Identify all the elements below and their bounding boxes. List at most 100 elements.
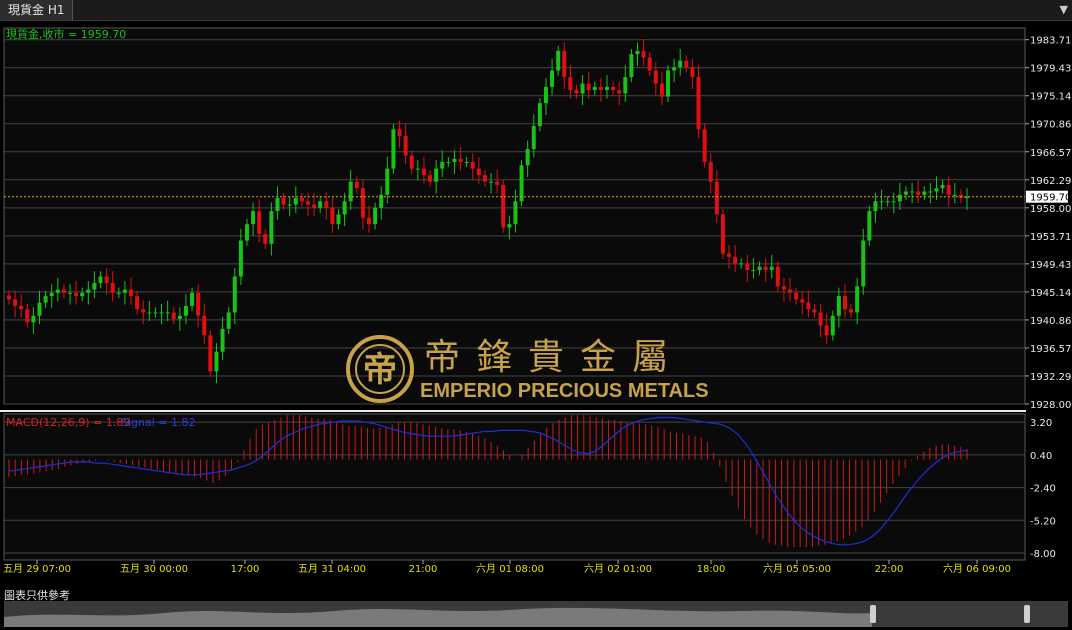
candle-up bbox=[635, 50, 640, 55]
candle-up bbox=[452, 158, 457, 163]
scroll-navigator[interactable] bbox=[4, 601, 1068, 627]
candle-up bbox=[678, 60, 683, 68]
price-chart[interactable]: 1983.71 1979.43 1975.14 1970.86 1966.57 1962.… bbox=[0, 20, 1072, 587]
candle-up bbox=[80, 292, 85, 297]
candle-up bbox=[903, 191, 908, 195]
candle-down bbox=[641, 50, 646, 58]
candle-down bbox=[562, 50, 567, 78]
candle-up bbox=[434, 168, 439, 182]
candle-up bbox=[525, 148, 530, 166]
candle-down bbox=[714, 181, 719, 215]
price-axis-label: 1936.57 bbox=[1030, 344, 1071, 355]
time-axis-label: 六月 02 01:00 bbox=[584, 563, 652, 575]
price-axis-label: 1928.00 bbox=[1030, 400, 1071, 411]
chart-tab[interactable]: 現貨金 H1 bbox=[0, 0, 74, 20]
candle-up bbox=[623, 77, 628, 94]
candle-down bbox=[202, 315, 207, 336]
candle-up bbox=[68, 292, 73, 294]
candle-down bbox=[501, 184, 506, 228]
candle-down bbox=[849, 309, 854, 313]
macd-axis-label: -2.40 bbox=[1030, 484, 1056, 495]
candle-up bbox=[464, 162, 469, 164]
candle-up bbox=[543, 86, 548, 104]
candle-down bbox=[208, 335, 213, 372]
candle-up bbox=[672, 67, 677, 71]
candle-up bbox=[348, 181, 353, 202]
candle-down bbox=[775, 266, 780, 287]
candle-down bbox=[354, 181, 359, 189]
dropdown-arrow-icon[interactable]: ▼ bbox=[1060, 3, 1068, 16]
candle-up bbox=[446, 162, 451, 164]
candle-up bbox=[855, 286, 860, 313]
candle-up bbox=[537, 103, 542, 127]
candle-up bbox=[153, 312, 158, 314]
candle-up bbox=[49, 292, 54, 297]
window-titlebar: 現貨金 H1 ▼ bbox=[0, 0, 1072, 21]
candle-up bbox=[507, 224, 512, 228]
candle-up bbox=[922, 191, 927, 195]
candle-up bbox=[244, 224, 249, 241]
candle-down bbox=[25, 309, 30, 323]
candle-up bbox=[885, 201, 890, 203]
price-axis-label: 1970.86 bbox=[1030, 120, 1071, 131]
time-axis-label: 六月 05 05:00 bbox=[763, 563, 831, 575]
candle-up bbox=[342, 201, 347, 215]
signal-legend: Signal = 1.82 bbox=[121, 416, 196, 429]
candle-up bbox=[98, 276, 103, 284]
candle-down bbox=[794, 292, 799, 300]
price-axis-label: 1958.00 bbox=[1030, 204, 1071, 215]
price-axis-label: 1966.57 bbox=[1030, 148, 1071, 159]
candle-down bbox=[568, 77, 573, 91]
candle-down bbox=[330, 207, 335, 225]
candle-up bbox=[293, 198, 298, 205]
candle-up bbox=[122, 289, 127, 293]
price-axis-label: 1945.14 bbox=[1030, 288, 1071, 299]
logo-chinese: 帝鋒貴金屬 bbox=[424, 337, 684, 378]
candle-up bbox=[867, 211, 872, 241]
price-axis-label: 1962.29 bbox=[1030, 176, 1071, 187]
candle-down bbox=[824, 325, 829, 336]
candle-up bbox=[604, 86, 609, 91]
candle-down bbox=[733, 256, 738, 264]
candle-up bbox=[190, 292, 195, 306]
candle-up bbox=[836, 296, 841, 316]
candle-down bbox=[74, 292, 79, 297]
candle-down bbox=[684, 60, 689, 68]
candle-down bbox=[727, 253, 732, 257]
candle-up bbox=[550, 70, 555, 87]
candle-up bbox=[891, 201, 896, 203]
candle-up bbox=[238, 240, 243, 277]
candle-down bbox=[806, 302, 811, 310]
candle-down bbox=[409, 155, 414, 169]
navigator-left-handle bbox=[870, 605, 876, 623]
candle-down bbox=[812, 309, 817, 313]
candle-down bbox=[428, 175, 433, 182]
price-axis-label: 1983.71 bbox=[1030, 36, 1071, 47]
emperio-logo: 帝 帝鋒貴金屬 EMPERIO PRECIOUS METALS bbox=[346, 335, 709, 403]
candle-down bbox=[586, 83, 591, 91]
candle-up bbox=[86, 289, 91, 293]
current-price-label: 1959.70 bbox=[1030, 193, 1071, 204]
candle-down bbox=[842, 296, 847, 310]
candle-up bbox=[43, 296, 48, 303]
candle-down bbox=[574, 90, 579, 94]
candle-up bbox=[165, 312, 170, 314]
time-axis-label: 22:00 bbox=[875, 564, 904, 575]
candle-down bbox=[745, 263, 750, 270]
candle-up bbox=[226, 312, 231, 329]
candle-up bbox=[489, 181, 494, 183]
svg-text:帝: 帝 bbox=[363, 350, 397, 390]
candle-down bbox=[421, 168, 426, 176]
candle-down bbox=[110, 283, 115, 293]
candle-down bbox=[7, 295, 11, 300]
candle-up bbox=[739, 263, 744, 265]
candle-up bbox=[415, 168, 420, 170]
candle-down bbox=[360, 188, 365, 218]
candle-up bbox=[952, 194, 957, 196]
time-axis-label: 六月 06 09:00 bbox=[943, 563, 1011, 575]
candle-up bbox=[769, 266, 774, 270]
time-axis-label: 17:00 bbox=[231, 564, 260, 575]
price-axis-label: 1953.71 bbox=[1030, 232, 1071, 243]
candle-down bbox=[495, 181, 500, 185]
candle-up bbox=[336, 214, 341, 225]
